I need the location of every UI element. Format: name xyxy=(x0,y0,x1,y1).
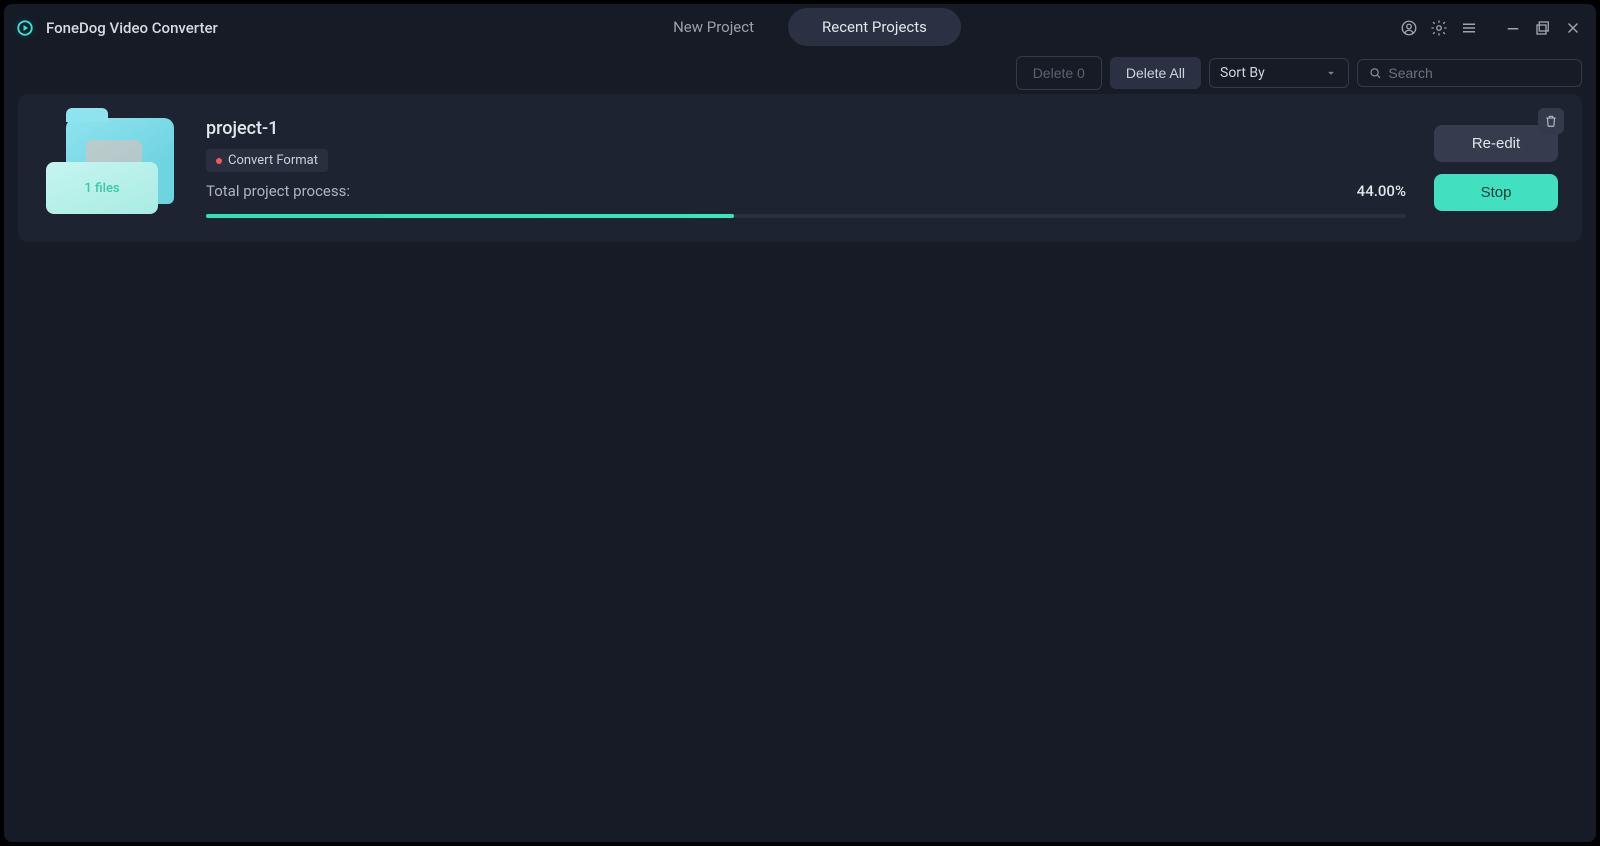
app-logo-icon xyxy=(14,17,36,39)
tab-new-project[interactable]: New Project xyxy=(639,8,788,46)
project-name: project-1 xyxy=(206,118,1406,139)
account-icon[interactable] xyxy=(1396,15,1422,41)
toolbar: Delete 0 Delete All Sort By xyxy=(4,52,1596,94)
app-title: FoneDog Video Converter xyxy=(46,19,218,37)
sort-by-label: Sort By xyxy=(1220,65,1265,81)
status-dot-icon xyxy=(216,158,222,164)
progress-percent: 44.00% xyxy=(1357,182,1406,200)
search-input[interactable] xyxy=(1388,65,1571,81)
project-thumbnail: 1 files xyxy=(46,116,178,220)
delete-all-button[interactable]: Delete All xyxy=(1110,57,1201,89)
title-bar: FoneDog Video Converter New Project Rece… xyxy=(4,4,1596,52)
window-controls xyxy=(1396,15,1586,41)
project-type-tag: Convert Format xyxy=(206,149,328,172)
tab-recent-projects[interactable]: Recent Projects xyxy=(788,8,961,46)
delete-project-button[interactable] xyxy=(1538,108,1564,134)
main-tabs: New Project Recent Projects xyxy=(639,8,961,46)
settings-icon[interactable] xyxy=(1426,15,1452,41)
minimize-button[interactable] xyxy=(1500,15,1526,41)
trash-icon xyxy=(1544,114,1558,128)
project-actions: Re-edit Stop xyxy=(1434,125,1558,211)
content-area: 1 files project-1 Convert Format Total p… xyxy=(4,94,1596,242)
search-icon xyxy=(1368,65,1382,81)
delete-selected-button[interactable]: Delete 0 xyxy=(1016,56,1102,90)
progress-bar-fill xyxy=(206,214,734,218)
files-count-label: 1 files xyxy=(46,162,158,214)
project-type-label: Convert Format xyxy=(228,153,318,168)
chevron-down-icon xyxy=(1324,66,1338,80)
close-button[interactable] xyxy=(1560,15,1586,41)
stop-button[interactable]: Stop xyxy=(1434,174,1558,211)
sort-by-dropdown[interactable]: Sort By xyxy=(1209,58,1349,88)
search-field[interactable] xyxy=(1357,59,1582,87)
project-info: project-1 Convert Format Total project p… xyxy=(206,118,1406,218)
maximize-button[interactable] xyxy=(1530,15,1556,41)
menu-icon[interactable] xyxy=(1456,15,1482,41)
project-card: 1 files project-1 Convert Format Total p… xyxy=(18,94,1582,242)
progress-label: Total project process: xyxy=(206,182,350,200)
app-window: FoneDog Video Converter New Project Rece… xyxy=(4,4,1596,842)
progress-bar xyxy=(206,214,1406,218)
